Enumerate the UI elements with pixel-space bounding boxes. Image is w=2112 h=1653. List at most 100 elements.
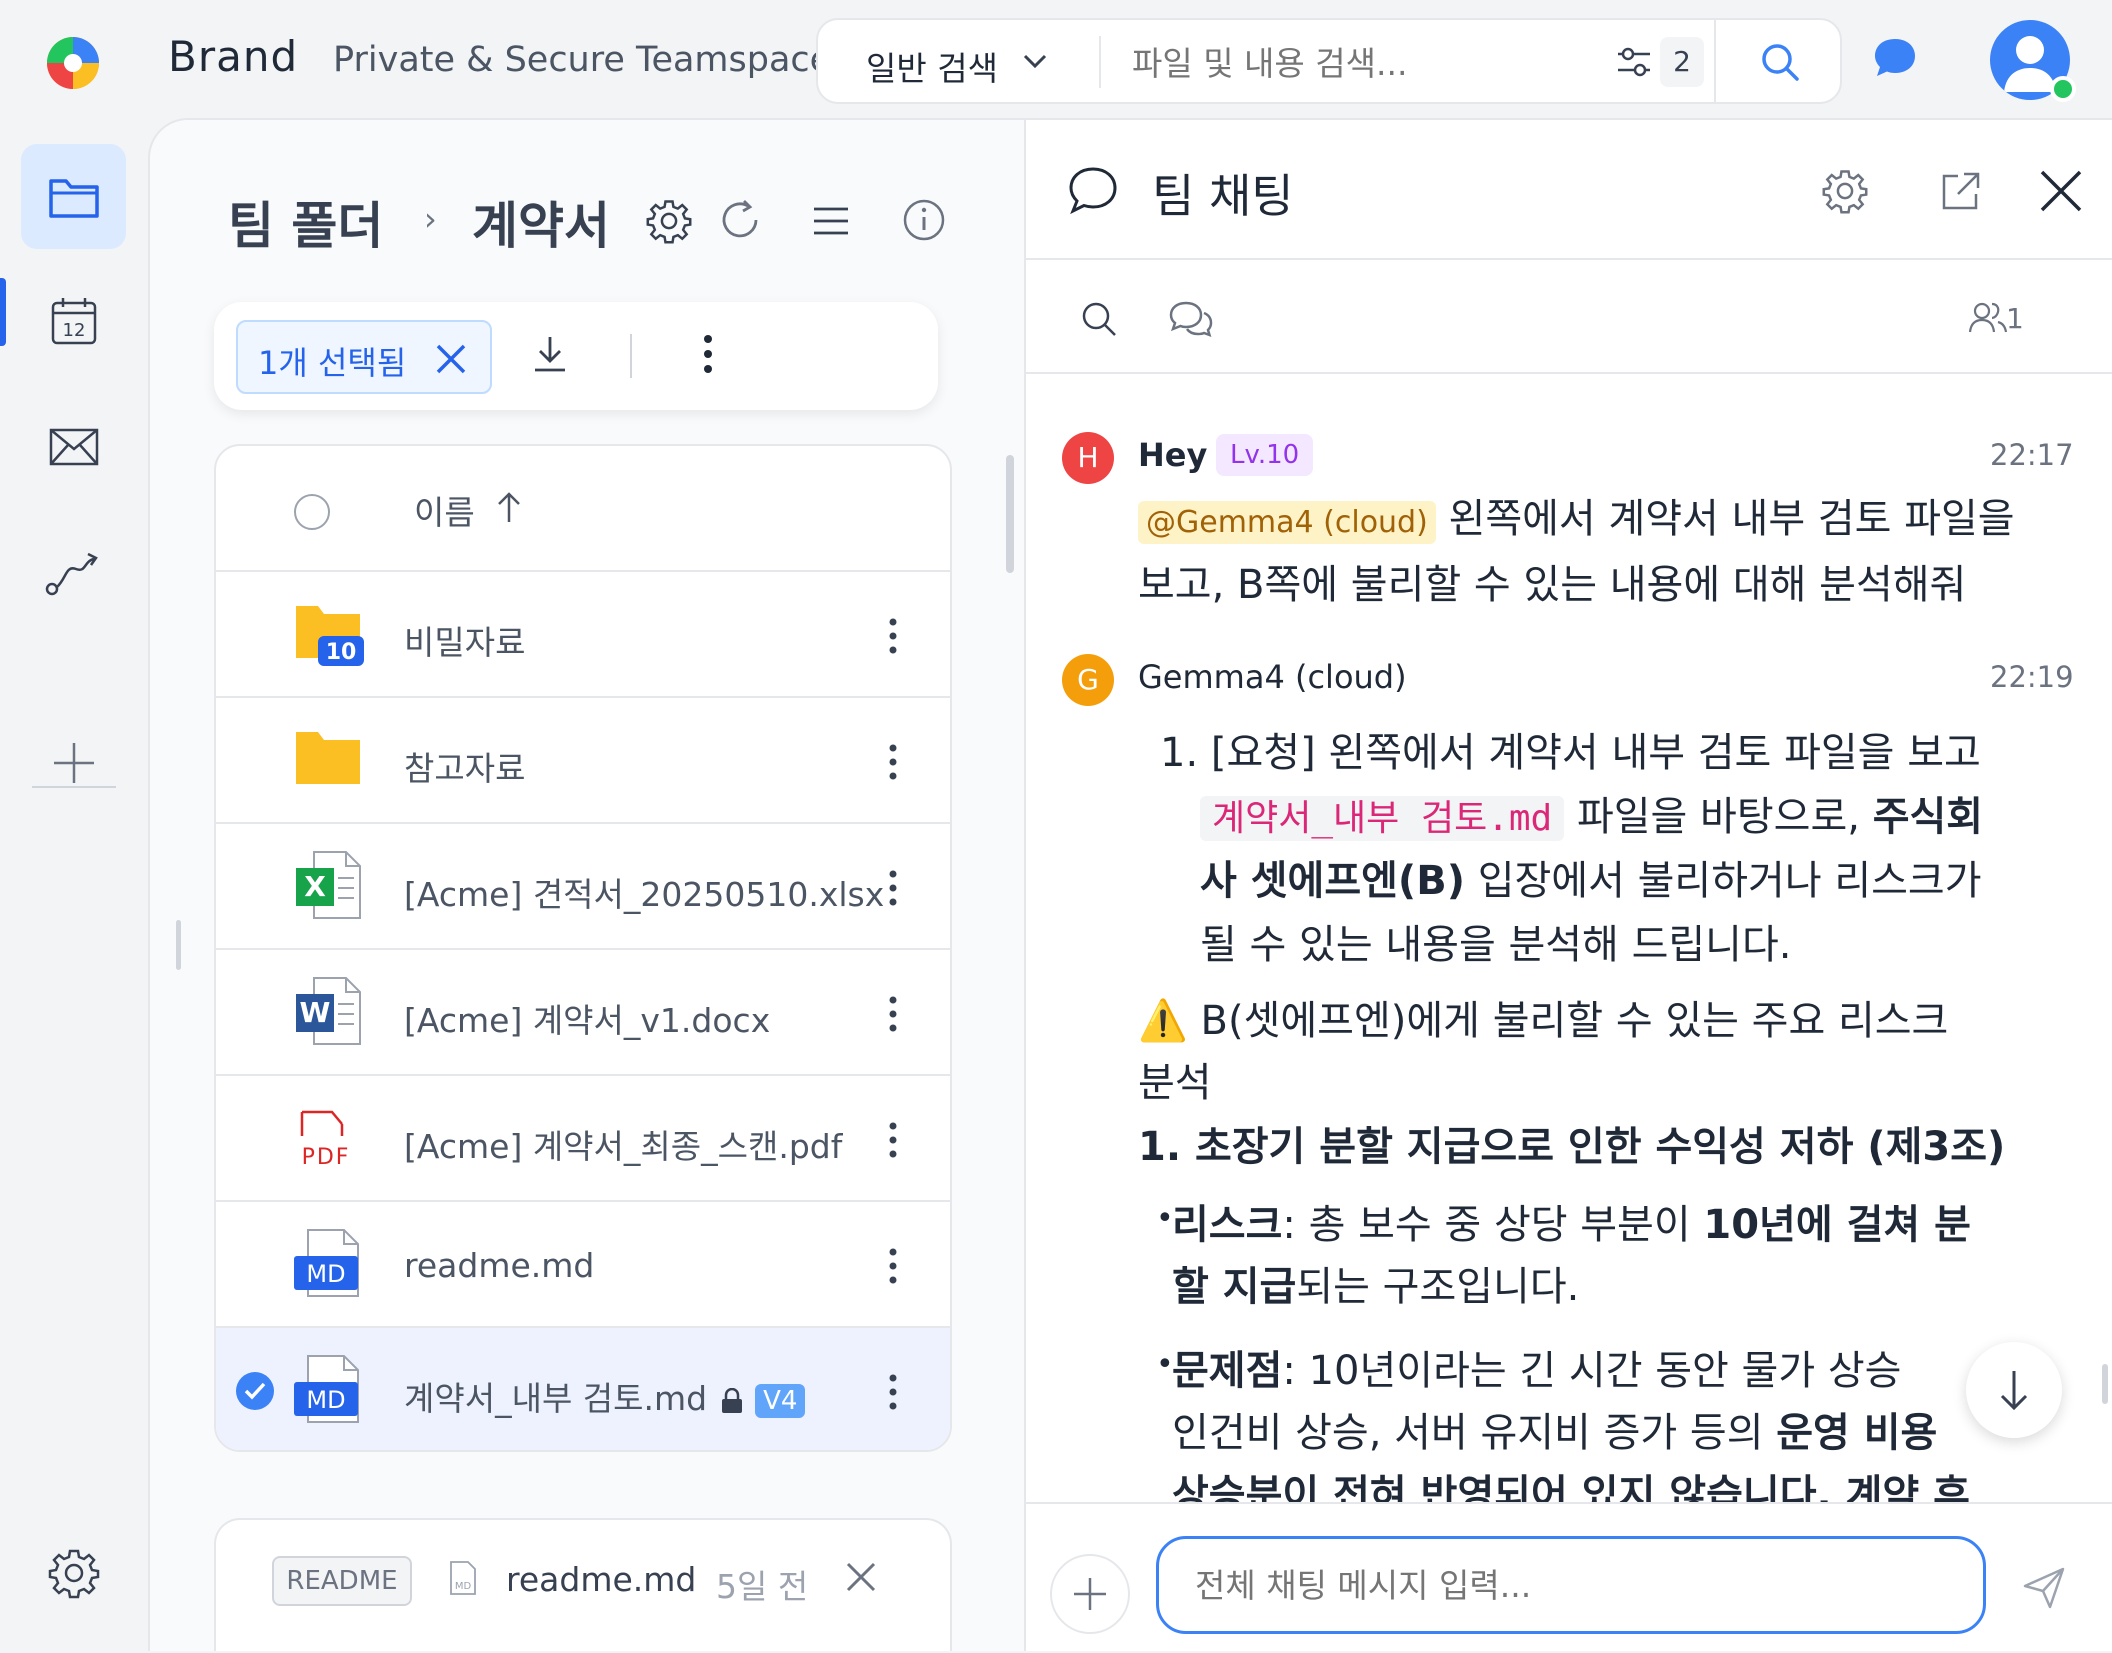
- svg-text:12: 12: [62, 320, 85, 341]
- search-scope-select[interactable]: 일반 검색: [866, 42, 998, 90]
- selection-chip[interactable]: 1개 선택됨: [236, 320, 492, 394]
- file-name: readme.md: [404, 1246, 595, 1285]
- member-count[interactable]: 1: [1968, 302, 2024, 335]
- message-text-part: : 10년이라는 긴 시간 동안 물가 상승: [1282, 1348, 1902, 1394]
- file-name: 비밀자료: [404, 623, 526, 662]
- message-text-part: [요청] 왼쪽에서 계약서 내부 검토 파일을 보고: [1210, 730, 1981, 776]
- search-icon[interactable]: [1080, 300, 1118, 338]
- row-more-icon[interactable]: [888, 1122, 898, 1158]
- file-row-folder[interactable]: 참고자료: [216, 698, 950, 824]
- folder-icon[interactable]: [21, 144, 126, 249]
- send-icon[interactable]: [2022, 1566, 2066, 1610]
- message-bold: 10년에 걸쳐 분: [1703, 1202, 1971, 1248]
- svg-text:PDF: PDF: [302, 1145, 351, 1170]
- message-text-part: 보고, B쪽에 불리할 수 있는 내용에 대해 분석해줘: [1138, 562, 1967, 608]
- info-icon[interactable]: [902, 198, 946, 242]
- mention[interactable]: @Gemma4 (cloud): [1138, 501, 1436, 544]
- plus-icon[interactable]: [21, 710, 126, 815]
- filter-sliders-icon[interactable]: [1616, 46, 1652, 78]
- settings-icon[interactable]: [21, 1520, 126, 1625]
- readme-card[interactable]: README MD readme.md 5일 전: [214, 1518, 952, 1651]
- arrow-down-icon: [2000, 1371, 2028, 1411]
- clear-selection-icon[interactable]: [434, 342, 468, 376]
- file-row-md-selected[interactable]: MD 계약서_내부 검토.md V4: [216, 1328, 950, 1450]
- search-icon[interactable]: [1760, 42, 1800, 82]
- file-list-header: 이름: [216, 446, 950, 572]
- folder-icon: [294, 724, 366, 794]
- avatar[interactable]: H: [1062, 432, 1114, 484]
- markdown-file-icon: MD: [294, 1354, 366, 1426]
- pdf-file-icon: PDF: [294, 1102, 366, 1174]
- avatar[interactable]: G: [1062, 654, 1114, 706]
- refresh-icon[interactable]: [718, 198, 762, 242]
- mail-icon[interactable]: [21, 394, 126, 499]
- more-vertical-icon[interactable]: [702, 334, 714, 374]
- message-author[interactable]: Hey: [1138, 436, 1207, 474]
- file-name-row: 계약서_내부 검토.md V4: [404, 1372, 806, 1420]
- threads-icon[interactable]: [1168, 300, 1214, 340]
- folder-settings-icon[interactable]: [646, 198, 692, 244]
- message-text: 사 셋에프엔(B) 입장에서 불리하거나 리스크가: [1200, 850, 2100, 912]
- message-time: 22:19: [1990, 660, 2074, 694]
- search-input[interactable]: [1132, 44, 1582, 83]
- file-row-xlsx[interactable]: X [Acme] 견적서_20250510.xlsx: [216, 824, 950, 950]
- download-icon[interactable]: [532, 334, 568, 374]
- search-bar: 일반 검색 2: [816, 18, 1842, 104]
- sort-by-name[interactable]: 이름: [414, 486, 475, 534]
- message-author[interactable]: Gemma4 (cloud): [1138, 658, 1407, 696]
- filter-count-badge[interactable]: 2: [1660, 37, 1704, 87]
- excel-file-icon: X: [294, 850, 366, 922]
- chat-scrollbar[interactable]: [2102, 1364, 2108, 1404]
- panel-resize-handle[interactable]: [176, 920, 181, 970]
- warning-icon: ⚠️: [1138, 998, 1188, 1044]
- markdown-file-icon: MD: [294, 1228, 366, 1300]
- close-icon[interactable]: [2038, 168, 2084, 214]
- row-more-icon[interactable]: [888, 1248, 898, 1284]
- chevron-down-icon[interactable]: [1022, 52, 1048, 70]
- workflow-icon[interactable]: [21, 520, 126, 625]
- users-icon: [1968, 302, 2008, 333]
- message-text: @Gemma4 (cloud) 왼쪽에서 계약서 내부 검토 파일을 보고, B…: [1138, 488, 2088, 616]
- scroll-to-bottom-button[interactable]: [1966, 1342, 2062, 1438]
- message-text-part: : 총 보수 중 상당 부분이: [1282, 1202, 1691, 1248]
- message-text-part: 파일을 바탕으로,: [1576, 794, 1860, 840]
- file-row-md[interactable]: MD readme.md: [216, 1202, 950, 1328]
- search-divider: [1099, 36, 1101, 88]
- message-input[interactable]: [1156, 1536, 1986, 1634]
- readme-badge: README: [272, 1556, 412, 1606]
- breadcrumb-separator: ›: [424, 200, 437, 238]
- bullet-dot: •: [1156, 1201, 1174, 1236]
- row-more-icon[interactable]: [888, 870, 898, 906]
- row-more-icon[interactable]: [888, 1374, 898, 1410]
- file-list-scrollbar[interactable]: [1006, 455, 1014, 573]
- chat-title: 팀 채팅: [1152, 169, 1294, 223]
- close-icon[interactable]: [844, 1560, 878, 1594]
- chat-settings-icon[interactable]: [1822, 168, 1868, 214]
- file-row-folder[interactable]: 10 비밀자료: [216, 572, 950, 698]
- brand-tagline: Private & Secure Teamspace: [333, 40, 832, 80]
- markdown-file-icon: MD: [448, 1560, 478, 1596]
- list-view-icon[interactable]: [812, 206, 850, 236]
- message-text: 될 수 있는 내용을 분석해 드립니다.: [1200, 922, 1792, 968]
- breadcrumb-root[interactable]: 팀 폴더: [228, 186, 383, 258]
- calendar-icon[interactable]: 12: [21, 268, 126, 373]
- file-row-docx[interactable]: W [Acme] 계약서_v1.docx: [216, 950, 950, 1076]
- row-more-icon[interactable]: [888, 996, 898, 1032]
- chat-composer: [1026, 1502, 2112, 1653]
- select-all-radio[interactable]: [294, 494, 330, 530]
- chat-bubble-icon[interactable]: [1872, 36, 1918, 80]
- row-more-icon[interactable]: [888, 744, 898, 780]
- version-badge[interactable]: V4: [755, 1383, 806, 1418]
- attach-button[interactable]: [1050, 1554, 1130, 1634]
- row-more-icon[interactable]: [888, 618, 898, 654]
- brand-logo-icon[interactable]: [44, 34, 102, 92]
- sort-ascending-icon[interactable]: [494, 490, 524, 524]
- open-external-icon[interactable]: [1940, 170, 1982, 212]
- search-divider: [1714, 20, 1716, 102]
- message-bold: 리스크: [1172, 1202, 1283, 1248]
- file-row-pdf[interactable]: PDF [Acme] 계약서_최종_스캔.pdf: [216, 1076, 950, 1202]
- message-bold: 운영 비용: [1776, 1410, 1938, 1456]
- row-checked-icon[interactable]: [236, 1372, 274, 1410]
- selection-action-bar: 1개 선택됨: [214, 302, 938, 410]
- online-status-dot: [2050, 76, 2076, 102]
